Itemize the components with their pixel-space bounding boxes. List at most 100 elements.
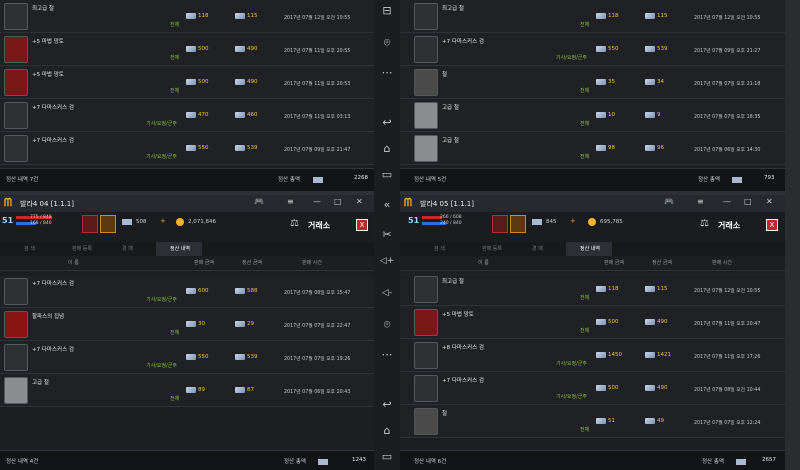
- list-item[interactable]: 철 전체 51 49 2017년 07월 07일 오후 12:24: [400, 405, 785, 438]
- sale-time: 2017년 07월 09일 오후 21:47: [284, 148, 351, 153]
- crystal-icon: [122, 219, 132, 225]
- sale-time: 2017년 07월 08일 오전 10:44: [694, 388, 761, 393]
- item-name: +8 다마스커스 검: [442, 345, 484, 351]
- recent-apps-icon[interactable]: ▭: [379, 450, 395, 463]
- menu-icon[interactable]: ≡: [287, 197, 294, 206]
- tab-register[interactable]: 판매 등록: [482, 245, 502, 252]
- list-item[interactable]: +7 다마스커스 검 기사/요정/군주 550 539 2017년 07월 09…: [0, 132, 374, 165]
- item-class: 전체: [170, 22, 180, 28]
- item-class: 기사/요정/군주: [556, 55, 587, 61]
- list-item[interactable]: +7 다마스커스 검 기사/요정/군주 600 588 2017년 07월 08…: [0, 275, 374, 308]
- total-amount: 793: [764, 175, 775, 181]
- hp-text: 775 / 848: [30, 215, 52, 220]
- crystal-icon: [596, 112, 606, 118]
- volume-down-icon[interactable]: ◁-: [379, 288, 395, 298]
- add-currency-button[interactable]: +: [570, 217, 576, 225]
- sale-price: 30: [198, 321, 205, 327]
- list-item[interactable]: 고급 철 전체 89 87 2017년 07월 06일 오후 20:43: [0, 374, 374, 407]
- player-hud: 51 266 / 608 240 / 840 845 + 695,785 ⚖ 거…: [400, 212, 785, 242]
- list-item[interactable]: 고급 철 전체 98 96 2017년 07월 06일 오후 14:30: [400, 132, 785, 165]
- crystal-icon: [736, 459, 746, 465]
- home-icon[interactable]: ⌂: [379, 424, 395, 437]
- item-name: +7 다마스커스 검: [442, 39, 484, 45]
- list-item[interactable]: 고급 철 전체 10 9 2017년 07월 07일 오후 18:35: [400, 99, 785, 132]
- player-level: 51: [408, 216, 420, 225]
- sale-time: 2017년 07월 07일 오후 18:35: [694, 115, 761, 120]
- collapse-icon[interactable]: «: [379, 198, 395, 211]
- list-item[interactable]: +7 다마스커스 검 기사/요정/군주 550 539 2017년 07월 09…: [400, 33, 785, 66]
- sword-icon: [4, 102, 28, 129]
- minus-window-icon[interactable]: ⊟: [379, 4, 395, 17]
- tab-search[interactable]: 검 색: [434, 245, 445, 252]
- item-class: 전체: [170, 396, 180, 402]
- iron-plate-icon: [414, 135, 438, 162]
- crystal-icon: [186, 354, 196, 360]
- tab-search[interactable]: 검 색: [24, 245, 35, 252]
- more-icon[interactable]: ⋯: [379, 348, 395, 361]
- tab-bar: 검 색 판매 등록 경 매 정산 내역: [400, 242, 785, 258]
- crystal-icon: [235, 145, 245, 151]
- location-pin-icon[interactable]: ⌾: [379, 36, 395, 50]
- minimize-button[interactable]: —: [723, 197, 731, 206]
- list-item[interactable]: +8 다마스커스 검 기사/요정/군주 1450 1421 2017년 07월 …: [400, 339, 785, 372]
- list-item[interactable]: +7 다마스커스 검 기사/요정/군주 470 460 2017년 07월 11…: [0, 99, 374, 132]
- list-item[interactable]: 최고급 철 전체 118 115 2017년 07월 12일 오전 10:55: [400, 273, 785, 306]
- settle-price: 96: [657, 145, 664, 151]
- crystal-icon: [596, 352, 606, 358]
- maximize-button[interactable]: □: [744, 197, 752, 206]
- gamepad-icon[interactable]: 🎮: [664, 197, 674, 206]
- mp-text: 240 / 840: [440, 221, 462, 226]
- list-item[interactable]: +7 다마스커스 검 기사/요정/군주 550 539 2017년 07월 07…: [0, 341, 374, 374]
- add-currency-button[interactable]: +: [160, 217, 166, 225]
- recent-apps-icon[interactable]: ▭: [379, 168, 395, 181]
- sale-price: 600: [198, 288, 209, 294]
- scissors-icon[interactable]: ✂: [379, 228, 395, 241]
- total-amount: 1243: [352, 457, 366, 463]
- gamepad-icon[interactable]: 🎮: [254, 197, 264, 206]
- item-class: 전체: [580, 295, 590, 301]
- close-window-button[interactable]: ✕: [356, 197, 363, 206]
- list-item[interactable]: +5 마법 망토 전체 500 490 2017년 07월 11일 오후 20:…: [0, 33, 374, 66]
- more-icon[interactable]: ⋯: [379, 66, 395, 79]
- crystal-icon: [596, 385, 606, 391]
- potion-icon[interactable]: [492, 215, 508, 233]
- maximize-button[interactable]: □: [334, 197, 342, 206]
- iron-scroll-icon: [414, 3, 438, 30]
- crystal-icon: [596, 319, 606, 325]
- back-icon[interactable]: ↩: [379, 116, 395, 129]
- tab-auction[interactable]: 경 매: [122, 245, 133, 252]
- col-time: 판매 시간: [302, 260, 322, 266]
- close-window-button[interactable]: ✕: [766, 197, 773, 206]
- menu-icon[interactable]: ≡: [697, 197, 704, 206]
- potion-icon[interactable]: [82, 215, 98, 233]
- tab-register[interactable]: 판매 등록: [72, 245, 92, 252]
- tab-auction[interactable]: 경 매: [532, 245, 543, 252]
- list-item[interactable]: 최고급 철 전체 118 115 2017년 07월 12일 오전 10:55: [400, 0, 785, 33]
- location-pin-icon[interactable]: ⌾: [379, 318, 395, 332]
- crystal-icon: [235, 46, 245, 52]
- list-item[interactable]: +5 마법 망토 전체 500 490 2017년 07월 11일 오후 20:…: [0, 66, 374, 99]
- item-class: 기사/요정/군주: [556, 394, 587, 400]
- list-item[interactable]: 최고급 철 전체 118 115 2017년 07월 12일 오전 10:55: [0, 0, 374, 33]
- iron-scroll-icon: [414, 276, 438, 303]
- close-button[interactable]: X: [356, 219, 368, 231]
- home-icon[interactable]: ⌂: [379, 142, 395, 155]
- list-item[interactable]: +7 다마스커스 검 기사/요정/군주 500 490 2017년 07월 08…: [400, 372, 785, 405]
- minimize-button[interactable]: —: [313, 197, 321, 206]
- red-cloak-icon: [414, 309, 438, 336]
- volume-up-icon[interactable]: ◁+: [379, 256, 395, 266]
- item-slot-icon[interactable]: [100, 215, 116, 233]
- sale-time: 2017년 07월 11일 오후 20:55: [284, 49, 351, 54]
- crystal-icon: [235, 79, 245, 85]
- item-slot-icon[interactable]: [510, 215, 526, 233]
- list-item[interactable]: 철 전체 35 34 2017년 07월 07일 오후 21:18: [400, 66, 785, 99]
- crystal-icon: [235, 112, 245, 118]
- tab-settlement[interactable]: 정산 내역: [170, 245, 190, 252]
- close-button[interactable]: X: [766, 219, 778, 231]
- right-edge-strip: [785, 0, 800, 470]
- tab-settlement[interactable]: 정산 내역: [580, 245, 600, 252]
- crystal-icon: [645, 145, 655, 151]
- back-icon[interactable]: ↩: [379, 398, 395, 411]
- list-item[interactable]: 할파스의 집념 전체 30 29 2017년 07월 07일 오후 22:47: [0, 308, 374, 341]
- list-item[interactable]: +5 마법 망토 전체 500 490 2017년 07월 11일 오후 20:…: [400, 306, 785, 339]
